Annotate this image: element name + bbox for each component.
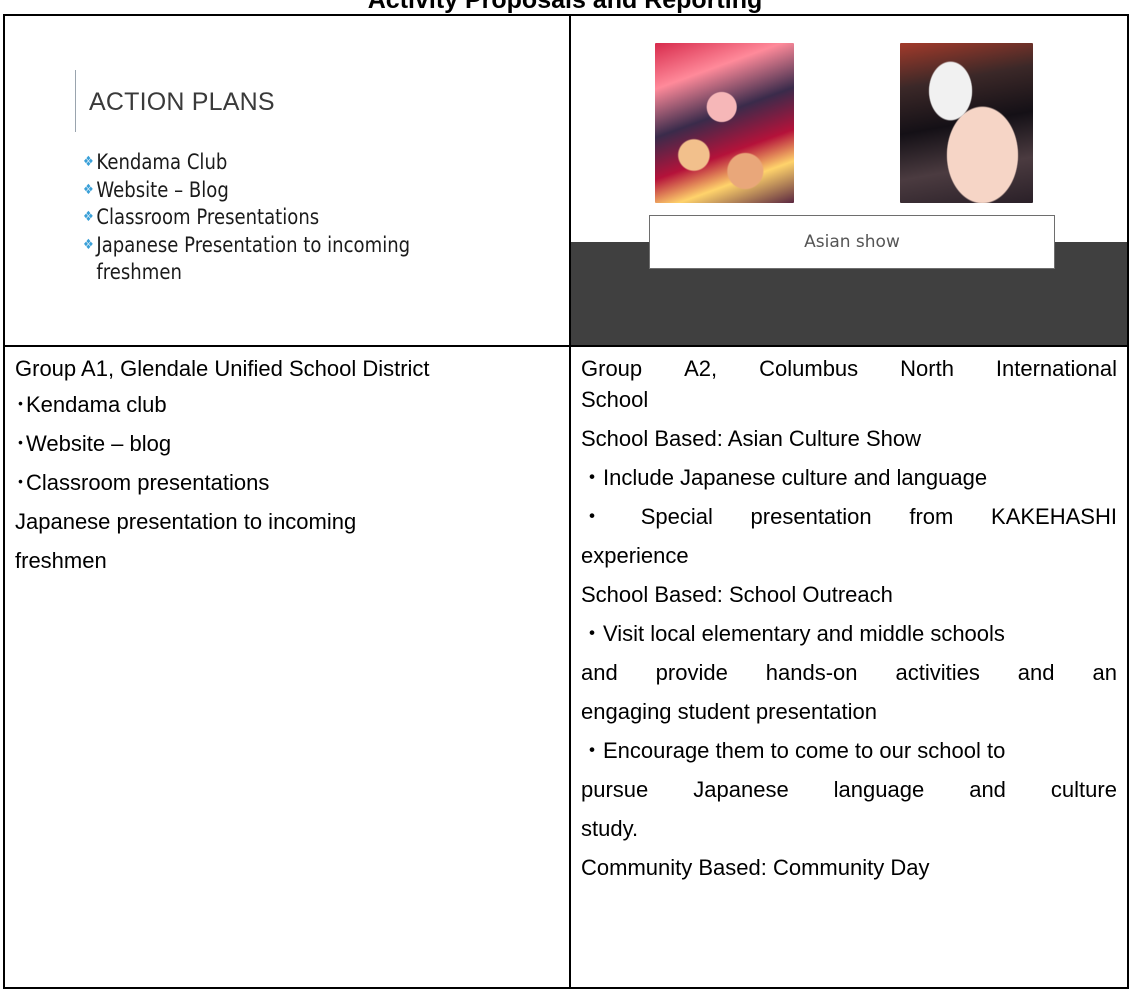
list-item-cont: engaging student presentation (581, 699, 878, 724)
slide-title: ACTION PLANS (89, 88, 275, 116)
group-a2-title-cont: School (581, 387, 649, 412)
section-heading: School Based: Asian Culture Show (581, 426, 921, 451)
asian-show-slide: Asian show (571, 16, 1127, 345)
group-a1-cell: Group A1, Glendale Unified School Distri… (3, 345, 571, 989)
section-heading: Community Based: Community Day (581, 855, 930, 880)
list-item: ❖ Website – Blog (83, 177, 229, 202)
list-item: ･Website – blog (15, 431, 172, 456)
group-a1-title: Group A1, Glendale Unified School Distri… (15, 356, 430, 381)
list-item: ･Classroom presentations (15, 470, 270, 495)
list-item: ❖ Classroom Presentations (83, 205, 320, 229)
slide-cell-left: ACTION PLANS ❖ Kendama Club ❖ Website – Bl… (3, 14, 571, 347)
list-item: Japanese presentation to incoming (15, 509, 357, 534)
list-item: ❖ Japanese Presentation to incoming fresh… (83, 232, 411, 285)
group-a2-cell: Group A2, Columbus North International Schoo… (569, 345, 1129, 989)
group-a2-title: Group A2, Columbus North International (581, 356, 1117, 381)
slide-caption: Asian show (649, 215, 1055, 269)
list-item-cont: experience (581, 543, 689, 568)
diamond-bullet-icon: ❖ (83, 181, 94, 198)
action-plans-list: ❖ Kendama Club ❖ Website – Blog ❖ Classroom… (83, 149, 519, 287)
list-item-cont: study. (581, 816, 639, 841)
slide-cell-right: Asian show (569, 14, 1129, 347)
list-item: ❖ Kendama Club (83, 150, 228, 174)
title-accent-bar (75, 70, 76, 132)
list-item-cont: pursue Japanese language and culture (581, 777, 1117, 802)
list-item: ・Visit local elementary and middle schoo… (581, 621, 1005, 646)
details-row: Group A1, Glendale Unified School Distri… (3, 345, 1129, 989)
document-heading: Activity Proposals and Reporting (367, 0, 763, 14)
slides-row: ACTION PLANS ❖ Kendama Club ❖ Website – Bl… (3, 14, 1129, 347)
action-plans-slide: ACTION PLANS ❖ Kendama Club ❖ Website – Bl… (5, 16, 569, 345)
list-item: ・ Special presentation from KAKEHASHI (581, 504, 1117, 529)
diamond-bullet-icon: ❖ (83, 209, 94, 225)
dance-couple-photo (900, 43, 1033, 203)
list-item: ・Encourage them to come to our school to (581, 738, 1006, 763)
list-item: freshmen (15, 548, 107, 573)
diamond-bullet-icon: ❖ (83, 236, 94, 253)
diamond-bullet-icon: ❖ (83, 154, 94, 170)
activity-table: ACTION PLANS ❖ Kendama Club ❖ Website – Bl… (3, 14, 1129, 989)
list-item: ･Kendama club (15, 392, 167, 417)
list-item-cont: and provide hands-on activities and an (581, 660, 1117, 685)
section-heading: School Based: School Outreach (581, 582, 893, 607)
list-item: ・Include Japanese culture and language (581, 465, 988, 490)
dance-group-photo (655, 43, 794, 203)
